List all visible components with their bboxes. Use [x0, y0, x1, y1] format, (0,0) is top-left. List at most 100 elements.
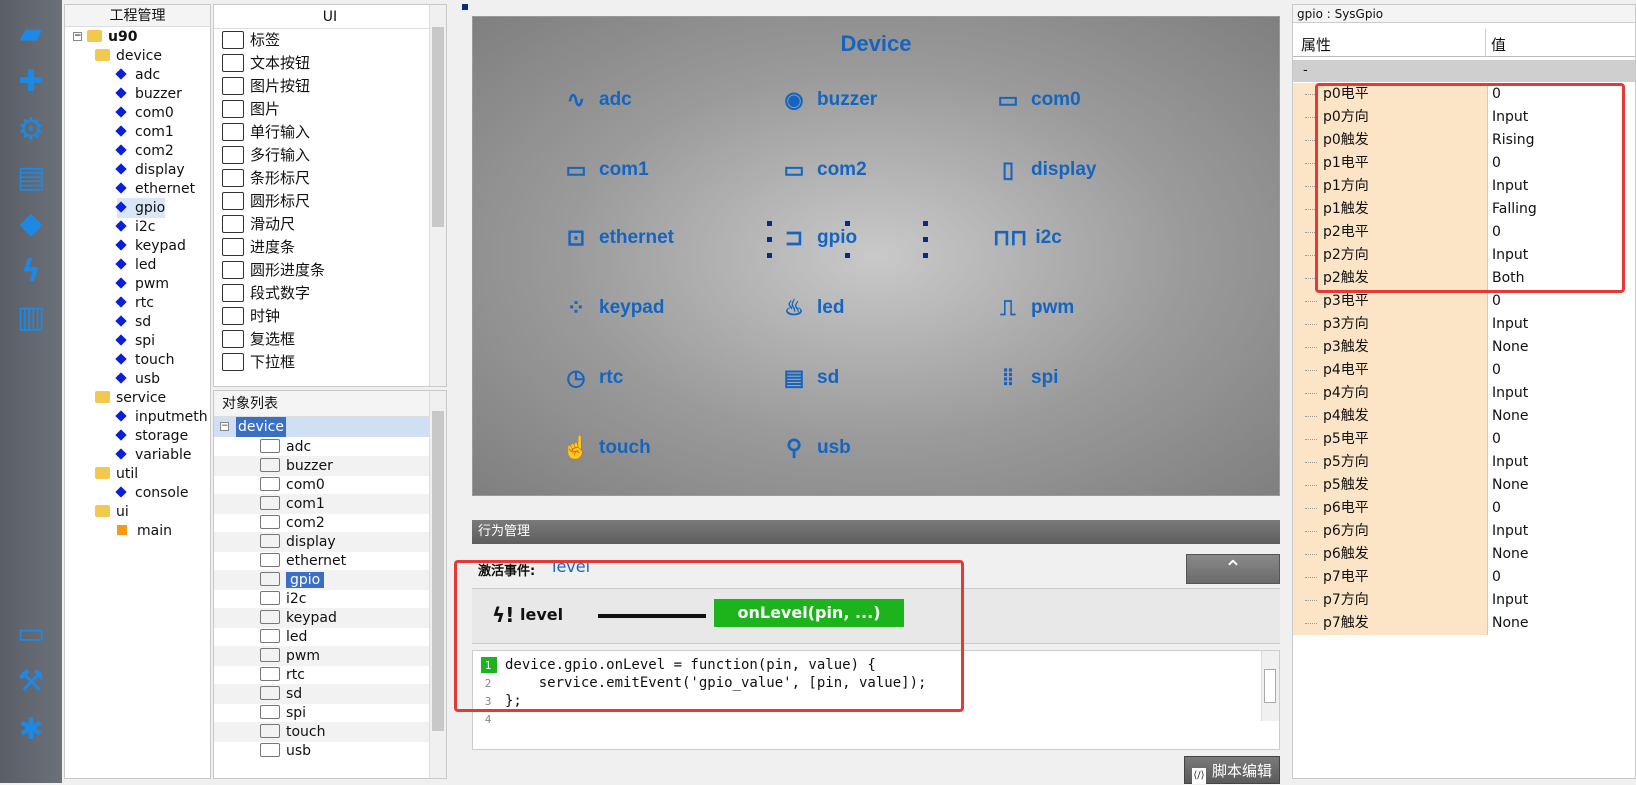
- object-item[interactable]: display: [214, 532, 430, 552]
- object-item[interactable]: gpio: [214, 570, 430, 590]
- device-widget-display[interactable]: ▯ display: [993, 157, 1097, 183]
- lightning-icon[interactable]: ϟ: [12, 252, 50, 290]
- ui-widget-item[interactable]: 进度条: [222, 236, 295, 259]
- tree-node-usb[interactable]: usb: [115, 369, 160, 389]
- tree-node-rtc[interactable]: rtc: [115, 293, 154, 313]
- tree-node-ui[interactable]: ui: [95, 502, 129, 522]
- ui-widget-item[interactable]: 图片按钮: [222, 75, 310, 98]
- object-item[interactable]: adc: [214, 437, 430, 457]
- property-row[interactable]: p7电平 0: [1293, 566, 1635, 590]
- device-widget-i2c[interactable]: ⊓⊓ i2c: [993, 225, 1062, 251]
- property-row[interactable]: p5触发 None: [1293, 474, 1635, 498]
- hammer-icon[interactable]: ⚒: [12, 662, 50, 700]
- ui-widget-item[interactable]: 条形标尺: [222, 167, 310, 190]
- tree-node-spi[interactable]: spi: [115, 331, 155, 351]
- property-value[interactable]: Input: [1487, 589, 1635, 612]
- tree-node-device[interactable]: device: [95, 46, 162, 66]
- object-item[interactable]: i2c: [214, 589, 430, 609]
- property-row[interactable]: p4触发 None: [1293, 405, 1635, 429]
- property-value[interactable]: 0: [1487, 566, 1635, 589]
- ui-widget-item[interactable]: 圆形标尺: [222, 190, 310, 213]
- object-item[interactable]: rtc: [214, 665, 430, 685]
- object-list-scroll-thumb[interactable]: [432, 411, 444, 731]
- selection-handle[interactable]: [767, 253, 772, 258]
- property-row[interactable]: p4电平 0: [1293, 359, 1635, 383]
- device-widget-usb[interactable]: ⚲ usb: [779, 435, 851, 461]
- collapse-toggle[interactable]: −: [220, 422, 229, 431]
- tree-node-com0[interactable]: com0: [115, 103, 174, 123]
- object-item[interactable]: com2: [214, 513, 430, 533]
- device-widget-com1[interactable]: ▭ com1: [561, 157, 649, 183]
- object-item[interactable]: led: [214, 627, 430, 647]
- tree-node-sd[interactable]: sd: [115, 312, 151, 332]
- tree-node-buzzer[interactable]: buzzer: [115, 84, 182, 104]
- ui-widget-item[interactable]: 多行输入: [222, 144, 310, 167]
- property-row[interactable]: p3电平 0: [1293, 290, 1635, 314]
- ui-widget-item[interactable]: 文本按钮: [222, 52, 310, 75]
- property-value[interactable]: 0: [1487, 359, 1635, 382]
- tree-node-adc[interactable]: adc: [115, 65, 160, 85]
- object-item[interactable]: spi: [214, 703, 430, 723]
- property-row[interactable]: p3触发 None: [1293, 336, 1635, 360]
- gem-icon[interactable]: ◆: [12, 204, 50, 242]
- property-value[interactable]: 0: [1487, 497, 1635, 520]
- ui-widget-item[interactable]: 图片: [222, 98, 280, 121]
- device-widget-keypad[interactable]: ⁘ keypad: [561, 295, 665, 321]
- tree-node-util[interactable]: util: [95, 464, 138, 484]
- bug-icon[interactable]: ✱: [12, 710, 50, 748]
- object-item[interactable]: sd: [214, 684, 430, 704]
- device-widget-gpio[interactable]: ⊐ gpio: [779, 225, 857, 251]
- collapse-toggle[interactable]: −: [73, 32, 82, 41]
- device-widget-led[interactable]: ♨ led: [779, 295, 844, 321]
- code-scrollbar[interactable]: [1261, 651, 1279, 721]
- selection-handle[interactable]: [845, 253, 850, 258]
- property-value[interactable]: None: [1487, 474, 1635, 497]
- ui-widget-item[interactable]: 下拉框: [222, 351, 295, 374]
- property-value[interactable]: Input: [1487, 382, 1635, 405]
- property-value[interactable]: 0: [1487, 428, 1635, 451]
- device-widget-buzzer[interactable]: ◉ buzzer: [779, 87, 877, 113]
- tree-node-main[interactable]: main: [117, 521, 172, 541]
- device-widget-adc[interactable]: ∿ adc: [561, 87, 632, 113]
- property-row[interactable]: p6方向 Input: [1293, 520, 1635, 544]
- tree-node-led[interactable]: led: [115, 255, 156, 275]
- device-widget-sd[interactable]: ▤ sd: [779, 365, 840, 391]
- tree-node-ethernet[interactable]: ethernet: [115, 179, 195, 199]
- property-value[interactable]: None: [1487, 543, 1635, 566]
- add-icon[interactable]: ✚: [12, 62, 50, 100]
- ui-widget-item[interactable]: 标签: [222, 29, 280, 52]
- ui-widget-item[interactable]: 复选框: [222, 328, 295, 351]
- tree-node-gpio[interactable]: gpio: [115, 198, 166, 218]
- object-list-scrollbar[interactable]: [429, 391, 446, 778]
- collapse-button[interactable]: ⌃: [1186, 554, 1280, 584]
- object-item[interactable]: usb: [214, 741, 430, 761]
- property-row[interactable]: p3方向 Input: [1293, 313, 1635, 337]
- monitor-icon[interactable]: ▭: [12, 614, 50, 652]
- property-row[interactable]: p6电平 0: [1293, 497, 1635, 521]
- book-icon[interactable]: ▥: [12, 298, 50, 336]
- device-widget-com0[interactable]: ▭ com0: [993, 87, 1081, 113]
- property-row[interactable]: p7触发 None: [1293, 612, 1635, 636]
- object-item[interactable]: buzzer: [214, 456, 430, 476]
- tree-node-com1[interactable]: com1: [115, 122, 174, 142]
- property-value[interactable]: Input: [1487, 451, 1635, 474]
- object-item[interactable]: keypad: [214, 608, 430, 628]
- property-row[interactable]: p5方向 Input: [1293, 451, 1635, 475]
- device-widget-rtc[interactable]: ◷ rtc: [561, 365, 623, 391]
- selection-handle[interactable]: [767, 221, 772, 226]
- property-value[interactable]: None: [1487, 612, 1635, 635]
- object-item[interactable]: ethernet: [214, 551, 430, 571]
- property-row[interactable]: p5电平 0: [1293, 428, 1635, 452]
- selection-handle[interactable]: [923, 253, 928, 258]
- selection-handle[interactable]: [845, 221, 850, 226]
- document-icon[interactable]: ▤: [12, 158, 50, 196]
- property-value[interactable]: None: [1487, 336, 1635, 359]
- tree-node-variable[interactable]: variable: [115, 445, 191, 465]
- tree-node-root[interactable]: − u90: [73, 27, 137, 47]
- device-widget-ethernet[interactable]: ⊡ ethernet: [561, 225, 674, 251]
- ui-widget-item[interactable]: 圆形进度条: [222, 259, 325, 282]
- ui-widget-item[interactable]: 时钟: [222, 305, 280, 328]
- tree-node-com2[interactable]: com2: [115, 141, 174, 161]
- code-scroll-thumb[interactable]: [1264, 669, 1276, 703]
- tree-node-keypad[interactable]: keypad: [115, 236, 186, 256]
